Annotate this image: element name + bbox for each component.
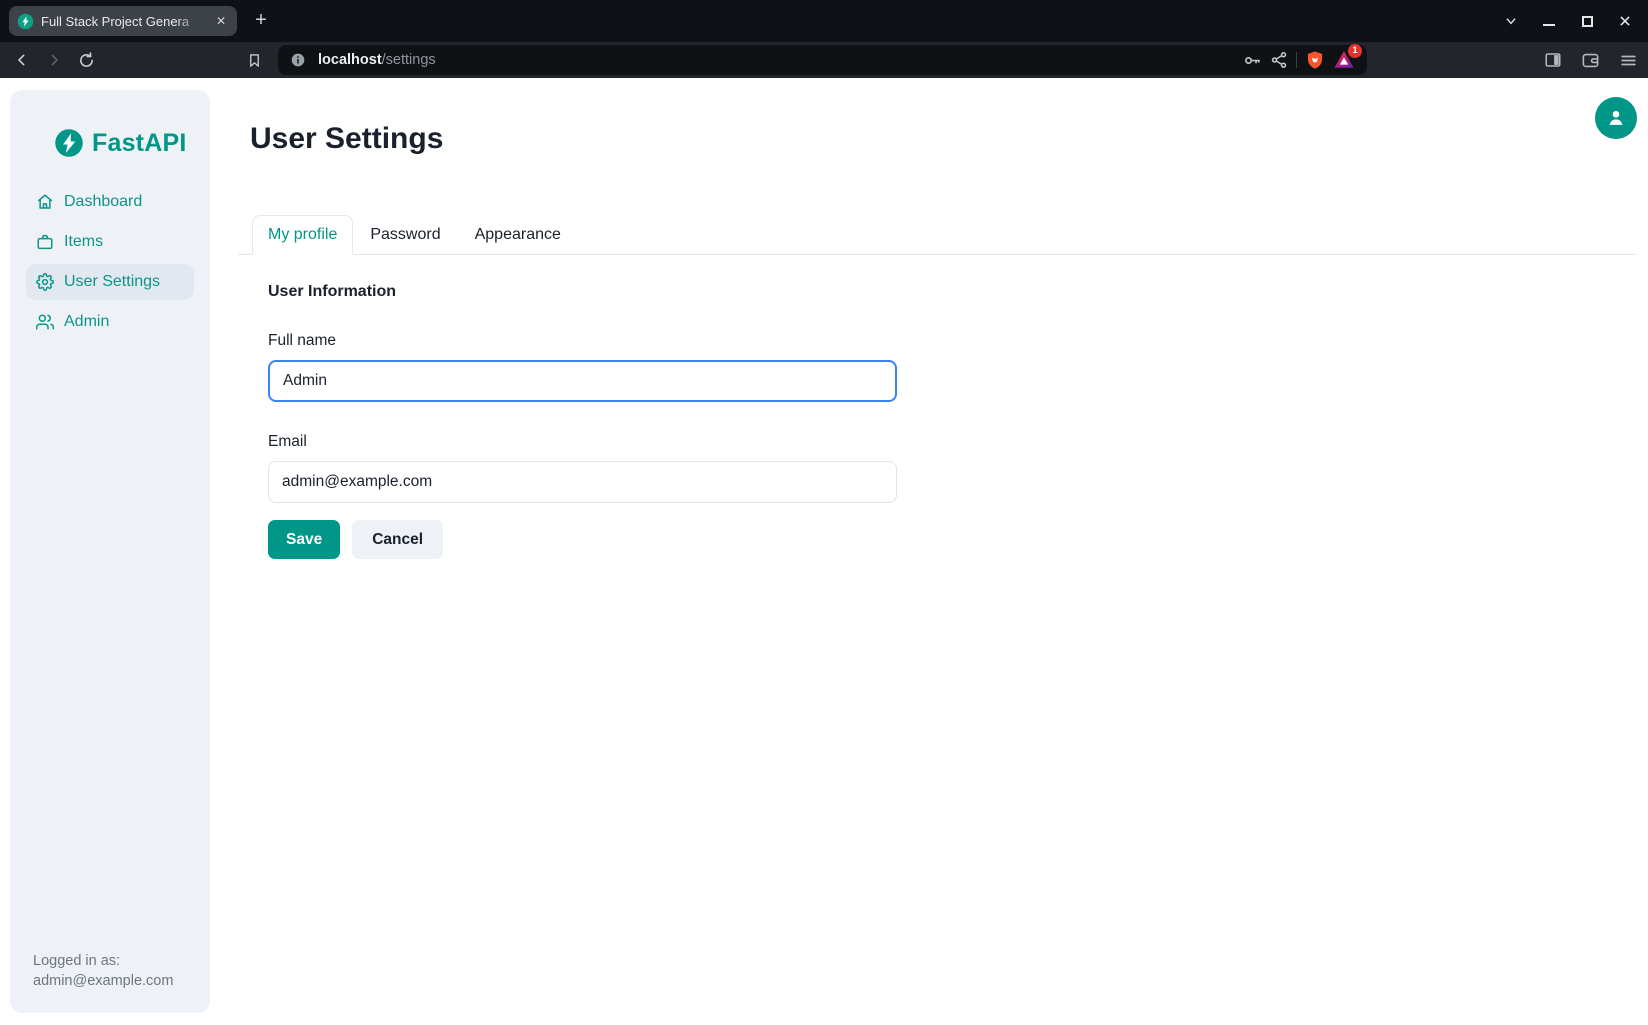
address-bar[interactable]: localhost/settings xyxy=(278,45,1367,75)
url-path: /settings xyxy=(382,52,436,68)
tab-close-icon[interactable]: ✕ xyxy=(213,13,229,29)
window-close-button[interactable] xyxy=(1616,12,1634,30)
full-name-input[interactable] xyxy=(268,360,897,402)
sidebar-panel-icon[interactable] xyxy=(1544,51,1562,69)
browser-titlebar: Full Stack Project Genera ✕ + xyxy=(0,0,1648,42)
fastapi-logo-text: FastAPI xyxy=(92,129,186,158)
window-maximize-button[interactable] xyxy=(1578,12,1596,30)
forward-button[interactable] xyxy=(40,46,68,74)
new-tab-button[interactable]: + xyxy=(248,8,274,34)
tab-my-profile[interactable]: My profile xyxy=(252,215,353,255)
users-icon xyxy=(36,313,54,331)
user-avatar-button[interactable] xyxy=(1595,97,1637,139)
bookmark-icon[interactable] xyxy=(240,46,268,74)
toolbar-divider xyxy=(1296,52,1297,68)
sidebar-item-label: Dashboard xyxy=(64,193,142,211)
brave-rewards-icon[interactable]: 1 xyxy=(1333,49,1355,71)
cancel-button[interactable]: Cancel xyxy=(352,520,443,559)
sidebar-nav: Dashboard Items User Settings xyxy=(26,184,194,340)
settings-tabs: My profile Password Appearance xyxy=(238,215,1637,255)
browser-window: Full Stack Project Genera ✕ + xyxy=(0,0,1648,1025)
tab-password[interactable]: Password xyxy=(353,215,457,254)
logged-in-email: admin@example.com xyxy=(33,971,173,991)
tab-appearance[interactable]: Appearance xyxy=(458,215,578,254)
email-input[interactable] xyxy=(268,461,897,503)
sidebar-item-user-settings[interactable]: User Settings xyxy=(26,264,194,300)
section-title: User Information xyxy=(268,283,897,301)
brave-shield-icon[interactable] xyxy=(1305,50,1325,70)
tab-title: Full Stack Project Genera xyxy=(41,14,206,29)
fastapi-logo-icon xyxy=(54,128,84,158)
logged-in-label: Logged in as: xyxy=(33,951,173,971)
sidebar-item-label: Items xyxy=(64,233,103,251)
rewards-badge: 1 xyxy=(1348,44,1362,58)
sidebar-item-admin[interactable]: Admin xyxy=(26,304,194,340)
save-button[interactable]: Save xyxy=(268,520,340,559)
home-icon xyxy=(36,193,54,211)
briefcase-icon xyxy=(36,233,54,251)
tab-search-chevron-icon[interactable] xyxy=(1502,12,1520,30)
back-button[interactable] xyxy=(8,46,36,74)
full-name-label: Full name xyxy=(268,332,897,350)
password-key-icon[interactable] xyxy=(1243,51,1262,70)
window-minimize-button[interactable] xyxy=(1540,12,1558,30)
reload-button[interactable] xyxy=(72,46,100,74)
user-avatar-icon xyxy=(1605,107,1627,129)
url-text: localhost/settings xyxy=(318,52,436,68)
logged-in-info: Logged in as: admin@example.com xyxy=(33,951,173,991)
wallet-icon[interactable] xyxy=(1581,51,1600,70)
page-title: User Settings xyxy=(250,122,443,156)
tab-favicon-icon xyxy=(17,13,34,30)
email-label: Email xyxy=(268,433,897,451)
fastapi-logo: FastAPI xyxy=(54,128,186,158)
browser-tab[interactable]: Full Stack Project Genera ✕ xyxy=(9,6,237,36)
user-information-form: User Information Full name Email Save Ca… xyxy=(268,283,897,559)
app-page: FastAPI Dashboard Items xyxy=(0,78,1648,1025)
gear-icon xyxy=(36,273,54,291)
sidebar-item-label: User Settings xyxy=(64,273,160,291)
sidebar-item-items[interactable]: Items xyxy=(26,224,194,260)
sidebar-item-label: Admin xyxy=(64,313,109,331)
browser-toolbar: localhost/settings xyxy=(0,42,1648,78)
app-sidebar: FastAPI Dashboard Items xyxy=(10,90,210,1013)
url-host: localhost xyxy=(318,52,382,68)
site-info-icon[interactable] xyxy=(290,52,306,68)
share-icon[interactable] xyxy=(1270,51,1288,69)
sidebar-item-dashboard[interactable]: Dashboard xyxy=(26,184,194,220)
menu-icon[interactable] xyxy=(1619,51,1638,70)
